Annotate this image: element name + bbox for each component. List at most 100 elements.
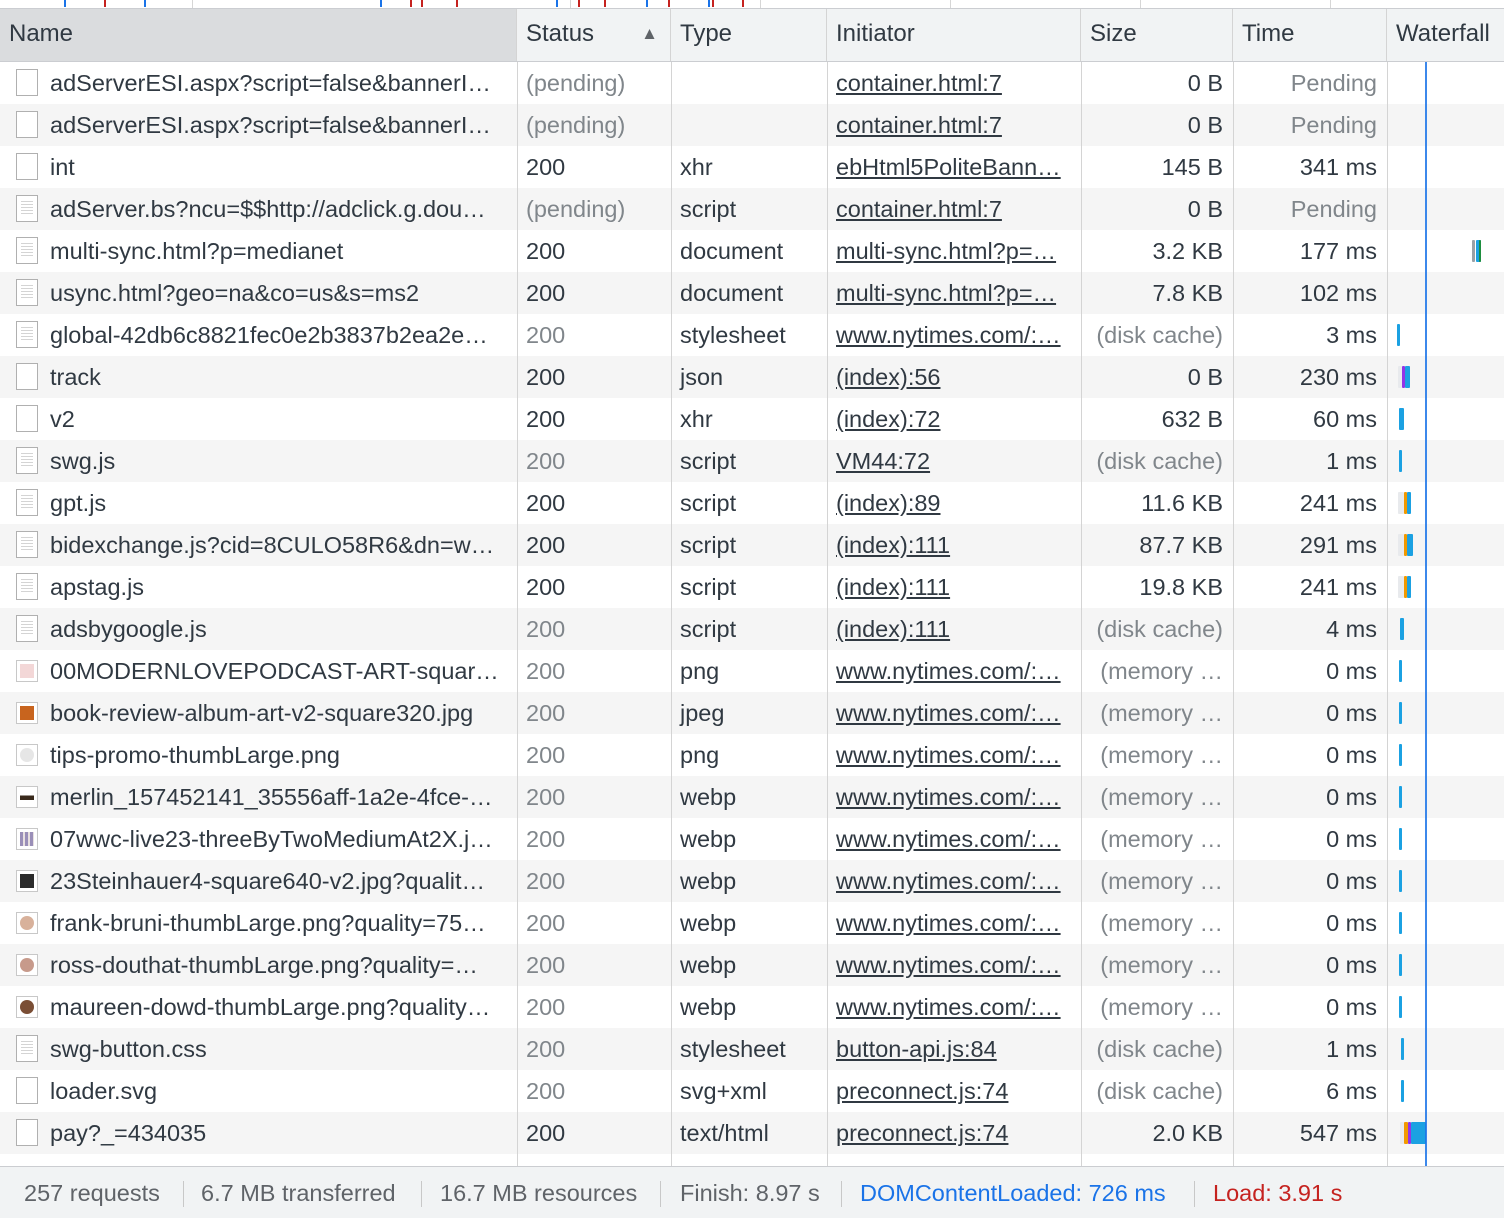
- request-initiator[interactable]: www.nytimes.com/:…: [827, 650, 1081, 692]
- table-row[interactable]: multi-sync.html?p=medianet 200 document mul…: [0, 230, 1504, 272]
- request-name[interactable]: maureen-dowd-thumbLarge.png?quality…: [41, 986, 517, 1028]
- table-row[interactable]: v2 200 xhr (index):72 632 B 60 ms: [0, 398, 1504, 440]
- request-status: 200: [526, 868, 566, 894]
- table-row[interactable]: swg.js 200 script VM44:72 (disk cache) 1 ms: [0, 440, 1504, 482]
- request-initiator[interactable]: www.nytimes.com/:…: [827, 734, 1081, 776]
- table-row[interactable]: 07wwc-live23-threeByTwoMediumAt2X.j… 200 w…: [0, 818, 1504, 860]
- table-row[interactable]: adServerESI.aspx?script=false&bannerI… (p…: [0, 62, 1504, 104]
- request-initiator[interactable]: (index):56: [827, 356, 1081, 398]
- request-name[interactable]: merlin_157452141_35556aff-1a2e-4fce-…: [41, 776, 517, 818]
- request-initiator[interactable]: preconnect.js:74: [827, 1070, 1081, 1112]
- request-name[interactable]: adServerESI.aspx?script=false&bannerI…: [41, 104, 517, 146]
- request-name[interactable]: book-review-album-art-v2-square320.jpg: [41, 692, 517, 734]
- request-initiator[interactable]: button-api.js:84: [827, 1028, 1081, 1070]
- waterfall-bar: [1405, 366, 1410, 388]
- request-name[interactable]: pay?_=434035: [41, 1112, 517, 1154]
- table-row[interactable]: swg-button.css 200 stylesheet button-api.js…: [0, 1028, 1504, 1070]
- column-header-type[interactable]: Type: [671, 9, 827, 61]
- request-name[interactable]: swg-button.css: [41, 1028, 517, 1070]
- request-type: [671, 62, 827, 104]
- request-initiator[interactable]: ebHtml5PoliteBann…: [827, 146, 1081, 188]
- request-name[interactable]: global-42db6c8821fec0e2b3837b2ea2e…: [41, 314, 517, 356]
- request-name[interactable]: bidexchange.js?cid=8CULO58R6&dn=w…: [41, 524, 517, 566]
- request-name[interactable]: 07wwc-live23-threeByTwoMediumAt2X.j…: [41, 818, 517, 860]
- column-header-waterfall[interactable]: Waterfall: [1387, 9, 1504, 61]
- request-time: 1 ms: [1326, 448, 1377, 474]
- table-row[interactable]: pay?_=434035 200 text/html preconnect.js:74…: [0, 1112, 1504, 1154]
- request-initiator[interactable]: www.nytimes.com/:…: [827, 692, 1081, 734]
- request-name[interactable]: usync.html?geo=na&co=us&s=ms2: [41, 272, 517, 314]
- request-initiator[interactable]: container.html:7: [827, 188, 1081, 230]
- waterfall-bar: [1407, 534, 1413, 556]
- request-name[interactable]: apstag.js: [41, 566, 517, 608]
- request-name[interactable]: int: [41, 146, 517, 188]
- request-initiator[interactable]: container.html:7: [827, 104, 1081, 146]
- request-initiator[interactable]: VM44:72: [827, 440, 1081, 482]
- column-header-status[interactable]: Status ▲: [517, 9, 671, 61]
- request-initiator[interactable]: multi-sync.html?p=…: [827, 230, 1081, 272]
- request-name[interactable]: v2: [41, 398, 517, 440]
- request-name[interactable]: adsbygoogle.js: [41, 608, 517, 650]
- request-initiator[interactable]: container.html:7: [827, 62, 1081, 104]
- request-initiator[interactable]: www.nytimes.com/:…: [827, 776, 1081, 818]
- table-row[interactable]: maureen-dowd-thumbLarge.png?quality… 200 w…: [0, 986, 1504, 1028]
- overview-divider: [192, 0, 193, 8]
- table-row[interactable]: frank-bruni-thumbLarge.png?quality=75… 20…: [0, 902, 1504, 944]
- table-row[interactable]: gpt.js 200 script (index):89 11.6 KB 241 ms: [0, 482, 1504, 524]
- request-initiator[interactable]: multi-sync.html?p=…: [827, 272, 1081, 314]
- table-row[interactable]: 23Steinhauer4-square640-v2.jpg?qualit… 20…: [0, 860, 1504, 902]
- request-initiator[interactable]: (index):111: [827, 524, 1081, 566]
- request-initiator[interactable]: (index):111: [827, 566, 1081, 608]
- column-header-name[interactable]: Name: [0, 9, 517, 61]
- request-name[interactable]: gpt.js: [41, 482, 517, 524]
- request-name[interactable]: loader.svg: [41, 1070, 517, 1112]
- request-time: 0 ms: [1326, 826, 1377, 852]
- request-name[interactable]: adServer.bs?ncu=$$http://adclick.g.dou…: [41, 188, 517, 230]
- table-row[interactable]: 00MODERNLOVEPODCAST-ART-squar… 200 png www.…: [0, 650, 1504, 692]
- table-row[interactable]: merlin_157452141_35556aff-1a2e-4fce-… 200…: [0, 776, 1504, 818]
- column-header-time[interactable]: Time: [1233, 9, 1387, 61]
- table-row[interactable]: ross-douthat-thumbLarge.png?quality=… 200…: [0, 944, 1504, 986]
- request-initiator[interactable]: (index):89: [827, 482, 1081, 524]
- table-row[interactable]: bidexchange.js?cid=8CULO58R6&dn=w… 200 scr…: [0, 524, 1504, 566]
- table-row[interactable]: int 200 xhr ebHtml5PoliteBann… 145 B 341 ms: [0, 146, 1504, 188]
- request-name[interactable]: swg.js: [41, 440, 517, 482]
- column-header-size[interactable]: Size: [1081, 9, 1233, 61]
- request-name[interactable]: 00MODERNLOVEPODCAST-ART-squar…: [41, 650, 517, 692]
- request-name[interactable]: 23Steinhauer4-square640-v2.jpg?qualit…: [41, 860, 517, 902]
- request-type: script: [680, 616, 737, 642]
- column-header-initiator[interactable]: Initiator: [827, 9, 1081, 61]
- table-row[interactable]: usync.html?geo=na&co=us&s=ms2 200 document…: [0, 272, 1504, 314]
- table-row[interactable]: tips-promo-thumbLarge.png 200 png www.nytim…: [0, 734, 1504, 776]
- request-name[interactable]: ross-douthat-thumbLarge.png?quality=…: [41, 944, 517, 986]
- request-initiator[interactable]: www.nytimes.com/:…: [827, 902, 1081, 944]
- request-name[interactable]: multi-sync.html?p=medianet: [41, 230, 517, 272]
- request-size: 0 B: [1187, 196, 1223, 222]
- table-row[interactable]: loader.svg 200 svg+xml preconnect.js:74 (dis…: [0, 1070, 1504, 1112]
- request-initiator[interactable]: www.nytimes.com/:…: [827, 986, 1081, 1028]
- table-row[interactable]: adsbygoogle.js 200 script (index):111 (disk …: [0, 608, 1504, 650]
- request-initiator[interactable]: (index):111: [827, 608, 1081, 650]
- request-initiator[interactable]: www.nytimes.com/:…: [827, 818, 1081, 860]
- request-list[interactable]: adServerESI.aspx?script=false&bannerI… (p…: [0, 62, 1504, 1166]
- table-row[interactable]: track 200 json (index):56 0 B 230 ms: [0, 356, 1504, 398]
- summary-divider: [841, 1181, 842, 1207]
- table-row[interactable]: adServerESI.aspx?script=false&bannerI… (p…: [0, 104, 1504, 146]
- request-initiator[interactable]: www.nytimes.com/:…: [827, 314, 1081, 356]
- overview-timeline[interactable]: [0, 0, 1504, 9]
- request-initiator[interactable]: www.nytimes.com/:…: [827, 944, 1081, 986]
- request-initiator[interactable]: www.nytimes.com/:…: [827, 860, 1081, 902]
- request-initiator[interactable]: preconnect.js:74: [827, 1112, 1081, 1154]
- request-name[interactable]: track: [41, 356, 517, 398]
- request-name[interactable]: tips-promo-thumbLarge.png: [41, 734, 517, 776]
- table-row[interactable]: adServer.bs?ncu=$$http://adclick.g.dou… (…: [0, 188, 1504, 230]
- table-row[interactable]: apstag.js 200 script (index):111 19.8 KB 241 …: [0, 566, 1504, 608]
- table-row[interactable]: book-review-album-art-v2-square320.jpg 20…: [0, 692, 1504, 734]
- request-initiator[interactable]: (index):72: [827, 398, 1081, 440]
- request-name[interactable]: frank-bruni-thumbLarge.png?quality=75…: [41, 902, 517, 944]
- request-name[interactable]: adServerESI.aspx?script=false&bannerI…: [41, 62, 517, 104]
- table-row[interactable]: global-42db6c8821fec0e2b3837b2ea2e… 200 st…: [0, 314, 1504, 356]
- table-row-partial[interactable]: [0, 1154, 1504, 1166]
- request-type: png: [680, 658, 720, 684]
- request-time: 0 ms: [1326, 994, 1377, 1020]
